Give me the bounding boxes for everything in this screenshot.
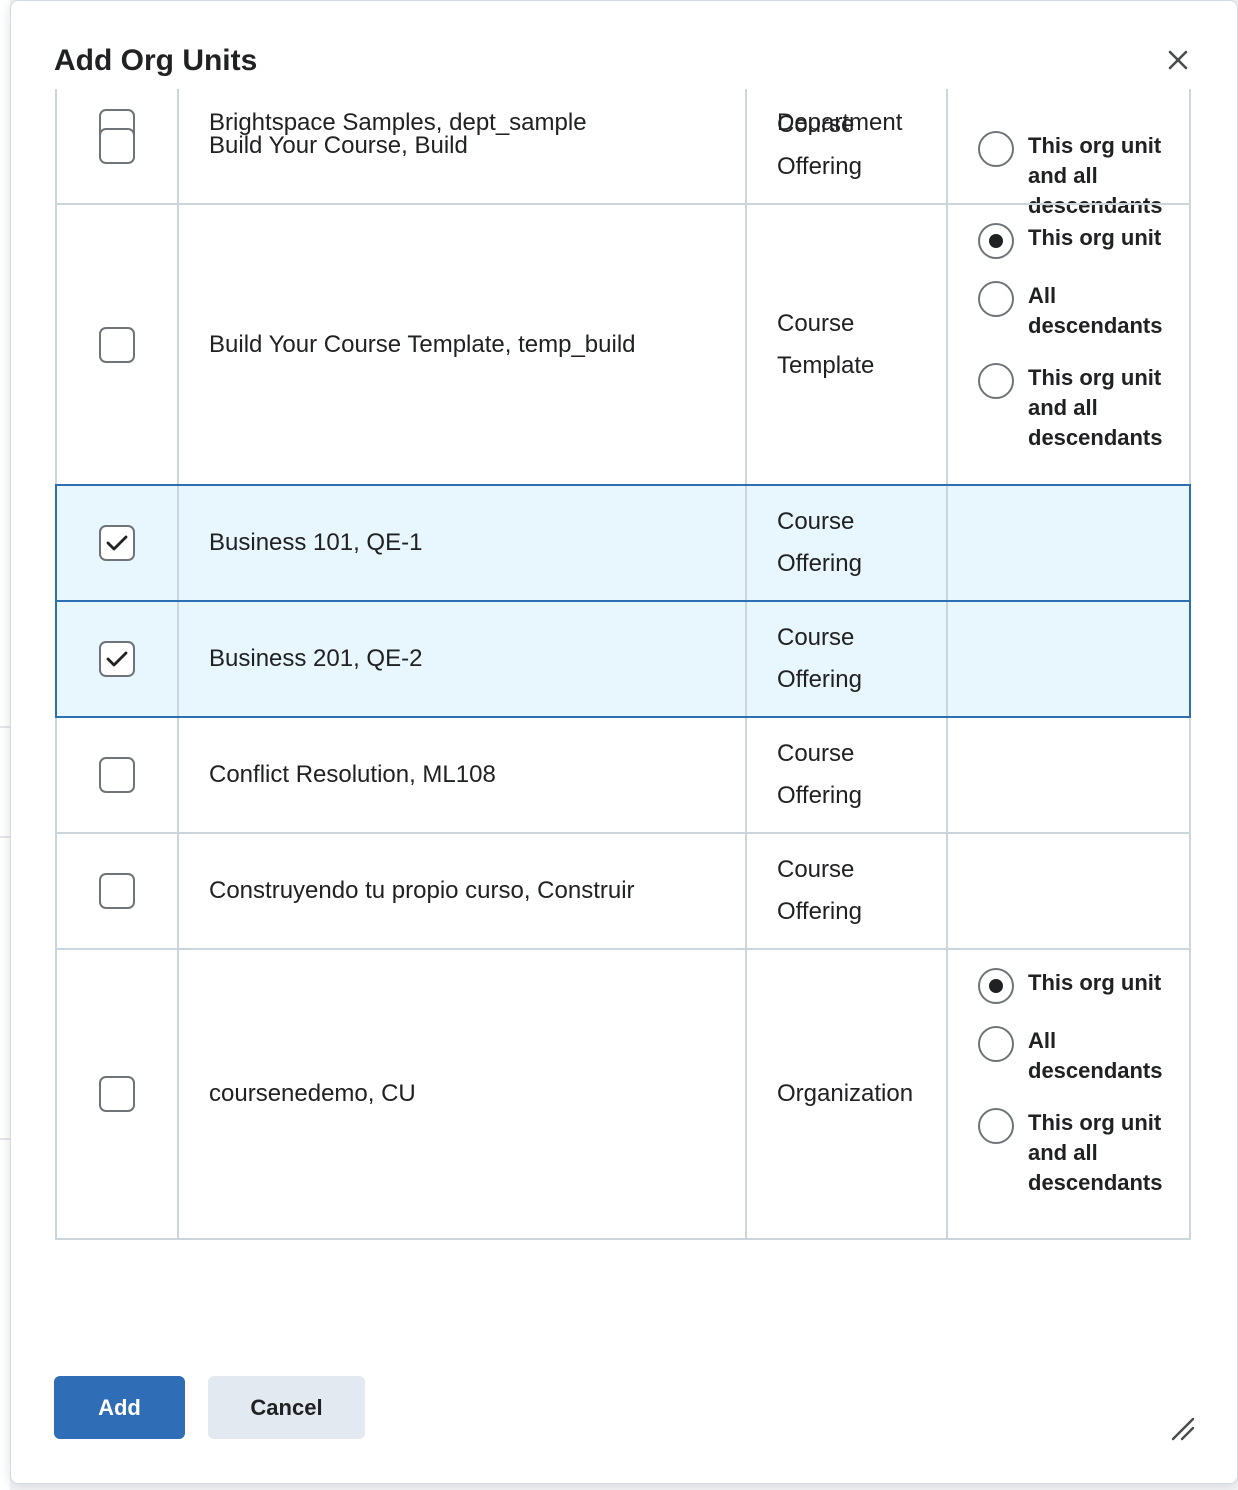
- row-checkbox[interactable]: [99, 326, 135, 363]
- table-row[interactable]: Construyendo tu propio curso, Construir C…: [55, 834, 1191, 950]
- org-units-table-scroll[interactable]: Brightspace Samples, dept_sample Departme…: [11, 89, 1237, 1353]
- checkmark-icon: [106, 535, 128, 551]
- scope-radio-label: This org unit: [1028, 225, 1162, 250]
- org-unit-name: Conflict Resolution, ML108: [179, 718, 747, 832]
- org-unit-type-text: Course Offering: [777, 508, 862, 577]
- close-icon: [1168, 50, 1188, 70]
- checkbox-cell: [57, 602, 179, 716]
- table-row[interactable]: Business 101, QE-1 Course Offering: [55, 484, 1191, 602]
- org-unit-name: coursenedemo, CU: [179, 950, 747, 1238]
- row-checkbox[interactable]: [99, 128, 135, 164]
- add-org-units-dialog: Add Org Units Brightspace Samples, dept_…: [10, 0, 1238, 1484]
- close-button[interactable]: [1161, 43, 1195, 77]
- org-unit-name: Build Your Course, Build: [179, 89, 747, 203]
- checkbox-cell: [57, 89, 179, 203]
- scope-options: [948, 486, 1189, 600]
- org-unit-name: Construyendo tu propio curso, Construir: [179, 834, 747, 948]
- scope-radio-option[interactable]: This org unit: [978, 968, 1189, 1004]
- org-unit-name-text: Build Your Course, Build: [209, 132, 468, 159]
- scope-radio[interactable]: [978, 1108, 1014, 1144]
- org-unit-name: Build Your Course Template, temp_build: [179, 205, 747, 484]
- org-unit-type-text: Course Offering: [777, 740, 862, 809]
- table-row[interactable]: Conflict Resolution, ML108 Course Offerin…: [55, 718, 1191, 834]
- org-unit-name-text: coursenedemo, CU: [209, 1080, 416, 1107]
- scope-radio-label: This org unit and all descendants: [1028, 1110, 1163, 1195]
- table-row[interactable]: Build Your Course, Build Course Offering: [55, 89, 1191, 205]
- scope-radio-label: All descendants: [1028, 1028, 1163, 1083]
- scope-radio[interactable]: [978, 363, 1014, 399]
- radio-selected-dot: [989, 234, 1003, 248]
- row-checkbox[interactable]: [99, 525, 135, 561]
- checkbox-cell: [57, 486, 179, 600]
- org-unit-type-text: Organization: [777, 1080, 914, 1107]
- checkbox-cell: [57, 205, 179, 484]
- table-row[interactable]: Business 201, QE-2 Course Offering: [55, 600, 1191, 718]
- row-checkbox[interactable]: [99, 873, 135, 909]
- background-divider: [0, 1138, 10, 1140]
- scope-options: [948, 602, 1189, 716]
- resize-handle-icon[interactable]: [1169, 1415, 1195, 1441]
- scope-radio-option[interactable]: This org unit and all descendants: [978, 363, 1189, 453]
- org-unit-type: Course Offering: [747, 602, 948, 716]
- org-unit-type: Organization: [747, 950, 948, 1238]
- org-units-table: Brightspace Samples, dept_sample Departme…: [55, 89, 1191, 1240]
- radio-selected-dot: [989, 979, 1003, 993]
- org-unit-name-text: Business 101, QE-1: [209, 529, 423, 556]
- scope-radio-option[interactable]: This org unit: [978, 223, 1189, 259]
- scope-radio-option[interactable]: All descendants: [978, 1026, 1189, 1086]
- scope-radio-label: This org unit: [1028, 970, 1162, 995]
- row-checkbox[interactable]: [99, 1076, 135, 1112]
- checkbox-cell: [57, 718, 179, 832]
- org-unit-name-text: Business 201, QE-2: [209, 645, 423, 672]
- org-unit-type-text: Course Offering: [777, 624, 862, 693]
- org-unit-type: Course Offering: [747, 834, 948, 948]
- background-divider: [0, 836, 10, 838]
- org-unit-name-text: Build Your Course Template, temp_build: [209, 330, 636, 358]
- scope-options: [948, 89, 1189, 203]
- org-unit-type-text: Course Template: [777, 309, 875, 379]
- scope-radio-label: All descendants: [1028, 283, 1163, 338]
- scope-options: [948, 718, 1189, 832]
- scope-options: This org unit All descendants This org uni…: [948, 205, 1189, 484]
- scope-radio-label: This org unit and all descendants: [1028, 365, 1163, 450]
- org-unit-type-text: Course Offering: [777, 856, 862, 925]
- background-divider: [0, 726, 10, 728]
- scope-radio-option[interactable]: All descendants: [978, 281, 1189, 341]
- scope-radio[interactable]: [978, 281, 1014, 317]
- org-unit-name-text: Construyendo tu propio curso, Construir: [209, 877, 635, 904]
- checkbox-cell: [57, 950, 179, 1238]
- row-checkbox[interactable]: [99, 757, 135, 793]
- scope-radio-option[interactable]: This org unit and all descendants: [978, 1108, 1189, 1198]
- org-unit-type-text: Course Offering: [777, 111, 862, 180]
- table-row[interactable]: coursenedemo, CU Organization This org uni…: [55, 950, 1191, 1240]
- scope-radio[interactable]: [978, 223, 1014, 259]
- cancel-button[interactable]: Cancel: [208, 1376, 365, 1439]
- background-page: [0, 0, 10, 1490]
- org-unit-name-text: Conflict Resolution, ML108: [209, 761, 496, 788]
- row-checkbox[interactable]: [99, 641, 135, 677]
- dialog-title: Add Org Units: [54, 44, 258, 77]
- scope-radio[interactable]: [978, 968, 1014, 1004]
- org-unit-type: Course Offering: [747, 486, 948, 600]
- checkbox-cell: [57, 834, 179, 948]
- org-unit-name: Business 201, QE-2: [179, 602, 747, 716]
- table-row[interactable]: Build Your Course Template, temp_build Co…: [55, 205, 1191, 486]
- checkmark-icon: [106, 651, 128, 667]
- scope-options: [948, 834, 1189, 948]
- scope-radio[interactable]: [978, 1026, 1014, 1062]
- org-unit-type: Course Template: [747, 205, 948, 484]
- org-unit-type: Course Offering: [747, 718, 948, 832]
- org-unit-type: Course Offering: [747, 89, 948, 203]
- scope-options: This org unit All descendants This org uni…: [948, 950, 1189, 1238]
- add-button[interactable]: Add: [54, 1376, 185, 1439]
- org-unit-name: Business 101, QE-1: [179, 486, 747, 600]
